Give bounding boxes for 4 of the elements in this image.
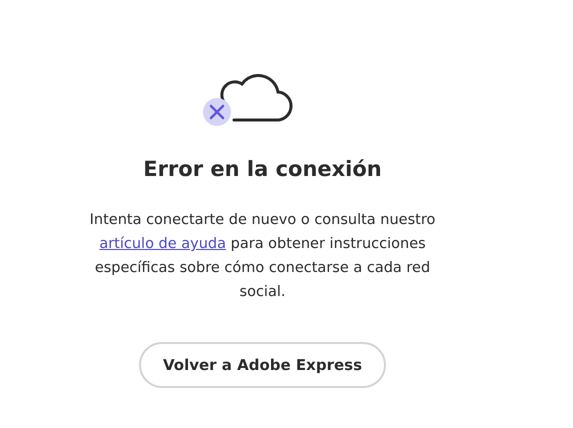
error-message: Intenta conectarte de nuevo o consulta nuestro artículo de ayuda para obtener instrucciones específicas sobre cómo conectarse a cada red social. (88, 211, 436, 302)
help-article-link[interactable]: artículo de ayuda (99, 236, 226, 252)
error-title: Error en la conexión (143, 156, 382, 183)
back-button[interactable]: Volver a Adobe Express (138, 342, 386, 388)
